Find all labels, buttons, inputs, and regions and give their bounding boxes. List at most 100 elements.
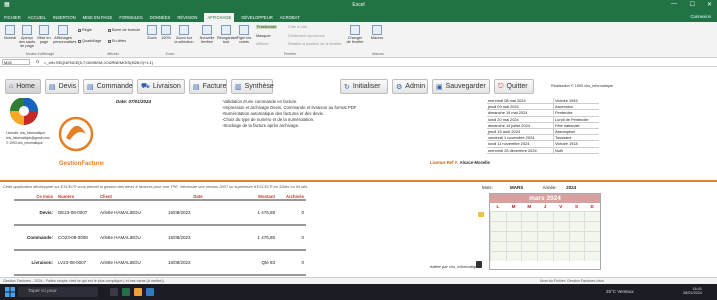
synthese-button[interactable]: ▥ Synthèse bbox=[231, 79, 274, 94]
calendar-week bbox=[490, 221, 601, 231]
freeze-icon bbox=[239, 25, 249, 35]
calendar-week bbox=[490, 251, 601, 261]
ruler-checkbox[interactable]: Règle bbox=[78, 28, 92, 32]
ribbon: Normal Aperçu des sauts de page Mise en … bbox=[0, 22, 717, 58]
logo-line-3: © 1993 chs_informatique bbox=[6, 141, 43, 145]
quitter-button[interactable]: ⎋ Quitter bbox=[494, 79, 534, 94]
status-bar: Gestion Factures - 2024 - Faites simple … bbox=[0, 277, 717, 284]
tab-revision[interactable]: RÉVISION bbox=[177, 15, 197, 20]
minimize-button[interactable]: — bbox=[671, 1, 677, 7]
year-label: Année: bbox=[542, 185, 557, 190]
taskbar-search-input[interactable]: Taper ici pour bbox=[18, 287, 98, 297]
tab-mise-en-page[interactable]: MISE EN PAGE bbox=[83, 15, 113, 20]
holiday-row: mercredi 25 décembre 2024 Noël bbox=[487, 147, 599, 154]
task-view-icon[interactable] bbox=[110, 288, 118, 296]
zoom-selection-button[interactable]: Zoom sur la sélection bbox=[174, 25, 194, 44]
save-icon: ▣ bbox=[436, 83, 443, 91]
freeze-panes-button[interactable]: Figer les volets bbox=[236, 25, 252, 44]
name-box[interactable]: M26 bbox=[2, 59, 30, 65]
refresh-icon: ↻ bbox=[344, 83, 350, 91]
calendar-nav-icon[interactable] bbox=[478, 212, 484, 217]
arrange-icon bbox=[221, 25, 231, 35]
macros-button[interactable]: Macros bbox=[370, 25, 384, 40]
sync-scroll-button[interactable]: Défilement synchrone bbox=[288, 34, 325, 38]
arrange-all-button[interactable]: Réorganiser tout bbox=[217, 25, 238, 44]
switch-windows-icon bbox=[350, 25, 360, 35]
zoom-button[interactable]: Zoom bbox=[146, 25, 158, 40]
logo-line-2: chs_informatique@gmail.com bbox=[6, 136, 50, 140]
year-select[interactable]: 2024 bbox=[566, 185, 576, 190]
tab-fichier[interactable]: FICHIER bbox=[4, 15, 21, 20]
tab-insertion[interactable]: INSERTION bbox=[53, 15, 76, 20]
zoom-100-icon bbox=[161, 25, 171, 35]
table-row[interactable]: Commande: CO23-08-0008 Arlette HAMALIBOU 15… bbox=[14, 225, 306, 250]
windows-start-icon[interactable] bbox=[5, 287, 15, 297]
status-right: Nom du Fichier: Gestion Factures.xlsm bbox=[540, 279, 604, 283]
feature-line: -Validation d'une commande en facture. bbox=[222, 99, 298, 104]
status-left: Gestion Factures - 2024 - Faites simple … bbox=[3, 279, 165, 283]
month-label: Mois: bbox=[482, 185, 493, 190]
weather-widget[interactable]: 25°C Venteux bbox=[606, 289, 634, 294]
tab-developpeur[interactable]: DÉVELOPPEUR bbox=[241, 15, 272, 20]
tab-affichage[interactable]: AFFICHAGE bbox=[204, 12, 235, 22]
commande-button[interactable]: ▤ Commande bbox=[83, 79, 133, 94]
reset-position-button[interactable]: Rétablir la position de la fenêtre bbox=[288, 42, 341, 46]
zoom-icon bbox=[147, 25, 157, 35]
maximize-button[interactable]: ☐ bbox=[690, 1, 695, 8]
tab-formules[interactable]: FORMULES bbox=[119, 15, 142, 20]
gear-icon: ⚙ bbox=[396, 83, 403, 91]
excel-taskbar-icon[interactable] bbox=[122, 288, 130, 296]
admin-button[interactable]: ⚙ Admin bbox=[392, 79, 428, 94]
zoom-selection-icon bbox=[179, 25, 189, 35]
month-select[interactable]: MARS bbox=[510, 185, 523, 190]
sauvegarder-button[interactable]: ▣ Sauvegarder bbox=[432, 79, 490, 94]
facture-button[interactable]: ▤ Facture bbox=[189, 79, 227, 94]
devis-button[interactable]: ▤ Devis bbox=[45, 79, 79, 94]
split-button[interactable]: Fractionner bbox=[256, 25, 278, 29]
tab-donnees[interactable]: DONNÉES bbox=[150, 15, 171, 20]
table-row[interactable]: Devis: DE23-08-0007 Arlette HAMALIBOU 15/08… bbox=[14, 200, 306, 225]
page-layout-button[interactable]: Mise en page bbox=[37, 25, 51, 44]
table-row[interactable]: Livraison: LV23-08-0007 Arlette HAMALIBOU 1… bbox=[14, 250, 306, 275]
page-break-preview-button[interactable]: Aperçu des sauts de page bbox=[18, 25, 36, 48]
calendar-weekdays: LMMJVSD bbox=[496, 204, 594, 209]
excel-icon: ▦ bbox=[4, 2, 10, 8]
explorer-icon[interactable] bbox=[134, 288, 142, 296]
table-header: Ce mois Numéro Client Date Montant Archivés bbox=[14, 193, 306, 200]
formula-input[interactable]: =_xlfn.SEQUENCE(5;7;DIMSEM;JOURNEMOIS(M2… bbox=[44, 60, 153, 65]
switch-windows-button[interactable]: Changer de fenêtre bbox=[346, 25, 364, 44]
app-description: Cette application développée sur EXCEL® … bbox=[3, 184, 309, 189]
tab-accueil[interactable]: ACCUEIL bbox=[28, 15, 46, 20]
calendar: mars 2024 LMMJVSD bbox=[489, 193, 601, 270]
tab-acrobat[interactable]: ACROBAT bbox=[280, 15, 300, 20]
gridlines-checkbox[interactable]: Quadrillage bbox=[78, 39, 101, 43]
custom-views-button[interactable]: Affichages personnalisés bbox=[53, 25, 76, 44]
side-by-side-button[interactable]: Côte à côte bbox=[288, 25, 307, 29]
unhide-button[interactable]: Afficher bbox=[256, 42, 269, 46]
zoom-100-button[interactable]: 100% bbox=[160, 25, 172, 40]
livraison-button[interactable]: ⛟ Livraison bbox=[137, 79, 185, 94]
initialiser-button[interactable]: ↻ Initialiser bbox=[340, 79, 388, 94]
browser-icon[interactable] bbox=[146, 288, 154, 296]
home-button[interactable]: ⌂ Home bbox=[5, 79, 41, 94]
section-divider bbox=[0, 180, 717, 182]
normal-view-button[interactable]: Normal bbox=[3, 25, 17, 40]
calendar-week bbox=[490, 211, 601, 221]
holidays-table: mercredi 08 mai 2024 Victoire 1945 jeudi … bbox=[487, 98, 599, 154]
formula-bar: M26 fx =_xlfn.SEQUENCE(5;7;DIMSEM;JOURNE… bbox=[0, 58, 717, 67]
account-link[interactable]: Connexion bbox=[690, 14, 711, 19]
normal-view-icon bbox=[5, 25, 15, 35]
new-window-button[interactable]: Nouvelle fenêtre bbox=[198, 25, 216, 44]
fx-icon[interactable]: fx bbox=[36, 59, 40, 64]
truck-icon: ⛟ bbox=[141, 83, 150, 90]
author-icon bbox=[476, 261, 482, 268]
hide-button[interactable]: Masquer bbox=[256, 34, 271, 38]
formula-bar-checkbox[interactable]: Barre de formule bbox=[108, 28, 140, 32]
group-label-views: Modes d'affichage bbox=[25, 52, 55, 56]
group-label-zoom: Zoom bbox=[165, 52, 175, 56]
close-button[interactable]: ✕ bbox=[707, 1, 712, 8]
new-window-icon bbox=[202, 25, 212, 35]
taskbar-clock[interactable]: 16:41 28/01/2024 bbox=[683, 287, 702, 295]
headings-checkbox[interactable]: En-têtes bbox=[108, 39, 126, 43]
window-title: Excel bbox=[352, 2, 365, 8]
